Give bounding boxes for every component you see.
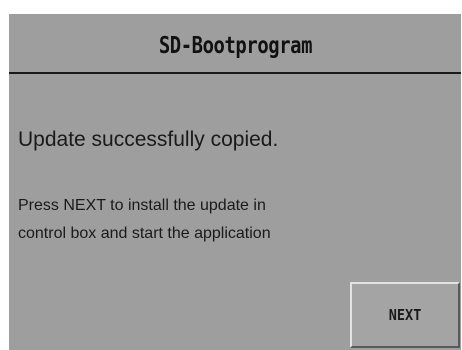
instruction-line: Press NEXT to install the update in: [18, 197, 266, 214]
page-title: SD-Bootprogram: [158, 33, 312, 59]
device-screen: SD-Bootprogram Update successfully copie…: [9, 14, 461, 350]
instruction-text: Press NEXT to install the update in cont…: [18, 192, 438, 248]
status-message: Update successfully copied.: [18, 128, 279, 151]
next-button[interactable]: NEXT: [350, 282, 460, 348]
next-button-label: NEXT: [388, 306, 422, 324]
instruction-line: control box and start the application: [18, 225, 271, 242]
title-bar: SD-Bootprogram: [9, 14, 461, 74]
